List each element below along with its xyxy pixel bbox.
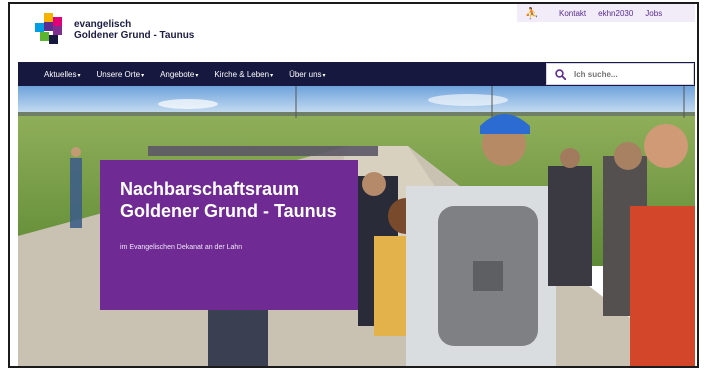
nav-label: Über uns: [289, 69, 322, 79]
link-ekhn2030[interactable]: ekhn2030: [598, 9, 633, 18]
nav-item-angebote[interactable]: Angebote▾: [160, 70, 198, 79]
accessibility-icon[interactable]: ⛹: [517, 7, 547, 20]
chevron-down-icon: ▾: [322, 72, 326, 79]
nav-label: Angebote: [160, 69, 195, 79]
hero-title: Nachbarschaftsraum Goldener Grund - Taun…: [120, 179, 337, 221]
search-icon[interactable]: [555, 68, 566, 80]
logo-text: evangelisch Goldener Grund - Taunus: [74, 19, 194, 41]
logo-line-1: evangelisch: [74, 19, 132, 30]
main-navigation: Aktuelles▾ Unsere Orte▾ Angebote▾ Kirche…: [18, 62, 695, 86]
service-links: ⛹ Kontakt ekhn2030 Jobs: [517, 4, 695, 22]
chevron-down-icon: ▾: [270, 72, 274, 79]
nav-item-ueber-uns[interactable]: Über uns▾: [289, 70, 325, 79]
nav-item-unsere-orte[interactable]: Unsere Orte▾: [96, 70, 144, 79]
link-jobs[interactable]: Jobs: [645, 9, 662, 18]
search-input[interactable]: [572, 68, 676, 80]
logo-line-2: Goldener Grund - Taunus: [74, 30, 195, 41]
chevron-down-icon: ▾: [141, 72, 145, 79]
ekhn-cross-logo-icon: [35, 13, 62, 44]
site-logo[interactable]: evangelisch Goldener Grund - Taunus: [34, 10, 209, 50]
chevron-down-icon: ▾: [77, 72, 81, 79]
search-box[interactable]: [546, 63, 694, 85]
browser-frame: evangelisch Goldener Grund - Taunus ⛹ Ko…: [8, 2, 699, 368]
nav-item-aktuelles[interactable]: Aktuelles▾: [44, 70, 80, 79]
chevron-down-icon: ▾: [195, 72, 199, 79]
hero-card: Nachbarschaftsraum Goldener Grund - Taun…: [100, 160, 358, 310]
nav-label: Kirche & Leben: [214, 69, 270, 79]
hero-subtitle: im Evangelischen Dekanat an der Lahn: [120, 244, 243, 251]
link-kontakt[interactable]: Kontakt: [559, 9, 586, 18]
nav-label: Unsere Orte: [96, 69, 141, 79]
hero-section: Nachbarschaftsraum Goldener Grund - Taun…: [18, 86, 695, 366]
nav-item-kirche-leben[interactable]: Kirche & Leben▾: [214, 70, 273, 79]
nav-label: Aktuelles: [44, 69, 77, 79]
